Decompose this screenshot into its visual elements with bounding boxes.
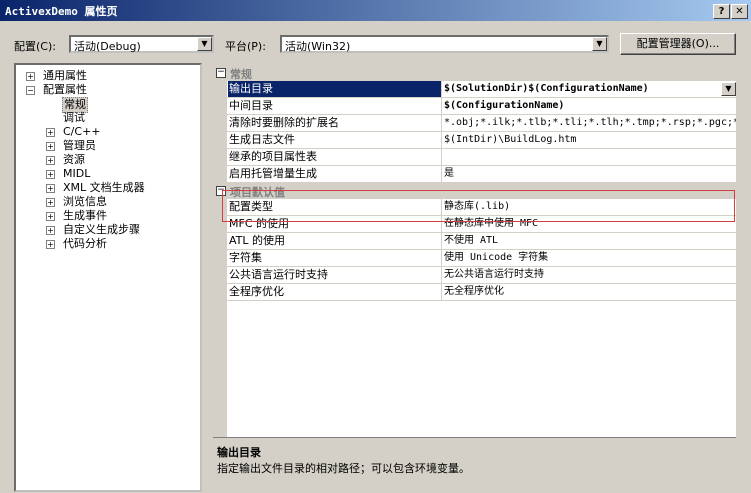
expand-icon[interactable]: + <box>46 226 55 235</box>
expand-icon[interactable]: + <box>46 184 55 193</box>
window-title: ActivexDemo 属性页 <box>5 5 118 18</box>
expand-icon[interactable]: + <box>46 142 55 151</box>
row-gutter <box>213 233 227 250</box>
category-label: 常规 <box>230 68 252 81</box>
property-row[interactable]: 清除时要删除的扩展名 *.obj;*.ilk;*.tlb;*.tli;*.tlh;… <box>213 115 736 132</box>
property-value[interactable]: 是 <box>444 166 736 182</box>
expand-icon[interactable]: + <box>46 198 55 207</box>
property-name: ATL 的使用 <box>228 233 442 249</box>
row-gutter <box>213 98 227 115</box>
chevron-down-icon[interactable]: ▼ <box>592 37 607 51</box>
config-select-value: 活动(Debug) <box>74 40 141 53</box>
description-text: 指定输出文件目录的相对路径；可以包含环境变量。 <box>217 462 470 475</box>
config-select[interactable]: 活动(Debug) ▼ <box>69 35 214 53</box>
tree-item-label: 通用属性 <box>43 69 87 82</box>
help-button[interactable]: ? <box>713 4 730 19</box>
platform-label: 平台(P): <box>225 40 266 53</box>
expand-icon[interactable]: + <box>46 156 55 165</box>
property-name: 中间目录 <box>228 98 442 114</box>
tree-item-label: 浏览信息 <box>63 195 107 208</box>
property-name: 全程序优化 <box>228 284 442 300</box>
property-row[interactable]: 启用托管增量生成是 <box>213 166 736 183</box>
grid-gutter <box>213 301 227 437</box>
description-title: 输出目录 <box>217 446 261 459</box>
property-row[interactable]: 全程序优化 无全程序优化 <box>213 284 736 301</box>
property-name: 继承的项目属性表 <box>228 149 442 165</box>
collapse-icon[interactable]: − <box>216 68 226 78</box>
tree-item-label: 配置属性 <box>43 83 87 96</box>
close-button[interactable]: ✕ <box>731 4 748 19</box>
property-value[interactable]: 无公共语言运行时支持 <box>444 267 736 283</box>
tree-item-label: C/C++ <box>63 125 101 138</box>
config-label: 配置(C): <box>14 40 56 53</box>
tree-item-label: MIDL <box>63 167 91 180</box>
tree-item-label: 资源 <box>63 153 85 166</box>
platform-select[interactable]: 活动(Win32) ▼ <box>280 35 609 53</box>
property-value[interactable]: 不使用 ATL <box>444 233 736 249</box>
tree-item-label: 调试 <box>63 111 85 124</box>
property-name: 公共语言运行时支持 <box>228 267 442 283</box>
property-name: 启用托管增量生成 <box>228 166 442 182</box>
collapse-icon[interactable]: − <box>26 86 35 95</box>
property-value[interactable]: *.obj;*.ilk;*.tlb;*.tli;*.tlh;*.tmp;*.rs… <box>444 115 736 131</box>
expand-icon[interactable]: + <box>46 128 55 137</box>
expand-icon[interactable]: + <box>46 212 55 221</box>
property-value[interactable]: $(ConfigurationName) <box>444 98 736 114</box>
row-gutter <box>213 284 227 301</box>
category-general[interactable]: − 常规 <box>213 65 736 81</box>
row-gutter <box>213 250 227 267</box>
row-gutter <box>213 267 227 284</box>
property-name: 输出目录 <box>228 81 442 97</box>
row-gutter <box>213 166 227 183</box>
property-value[interactable]: $(SolutionDir)$(ConfigurationName) <box>444 81 736 97</box>
highlight-box <box>222 190 735 222</box>
chevron-down-icon[interactable]: ▼ <box>197 37 212 51</box>
row-gutter <box>213 115 227 132</box>
tree-item-label: 代码分析 <box>63 237 107 250</box>
property-name: 生成日志文件 <box>228 132 442 148</box>
vertical-scrollbar[interactable] <box>736 65 751 492</box>
tree-item-label: XML 文档生成器 <box>63 181 145 194</box>
property-row[interactable]: 公共语言运行时支持 无公共语言运行时支持 <box>213 267 736 284</box>
platform-select-value: 活动(Win32) <box>285 40 351 53</box>
expand-icon[interactable]: + <box>46 170 55 179</box>
row-gutter <box>213 132 227 149</box>
property-row[interactable]: 生成日志文件 $(IntDir)\BuildLog.htm <box>213 132 736 149</box>
property-value[interactable]: $(IntDir)\BuildLog.htm <box>444 132 736 148</box>
property-name: 字符集 <box>228 250 442 266</box>
tree-item-label: 自定义生成步骤 <box>63 223 140 236</box>
property-row[interactable]: 输出目录 $(SolutionDir)$(ConfigurationName) ▼ <box>213 81 736 98</box>
expand-icon[interactable]: + <box>26 72 35 81</box>
property-row[interactable]: ATL 的使用 不使用 ATL <box>213 233 736 250</box>
config-manager-button[interactable]: 配置管理器(O)... <box>620 33 736 55</box>
row-gutter <box>213 81 227 98</box>
property-row[interactable]: 中间目录 $(ConfigurationName) <box>213 98 736 115</box>
property-grid: − 常规 输出目录 $(SolutionDir)$(ConfigurationNa… <box>213 65 736 437</box>
expand-icon[interactable]: + <box>46 240 55 249</box>
row-gutter <box>213 149 227 166</box>
category-tree: + 通用属性 − 配置属性 常规 调试 + C/C++ + 管理员 + 资源 + MIDL + XML 文档生… <box>14 63 202 492</box>
property-name: 清除时要删除的扩展名 <box>228 115 442 131</box>
property-value[interactable]: 无全程序优化 <box>444 284 736 300</box>
description-panel: 输出目录 指定输出文件目录的相对路径；可以包含环境变量。 <box>213 437 736 493</box>
tree-item-label: 管理员 <box>63 139 96 152</box>
property-value[interactable]: 使用 Unicode 字符集 <box>444 250 736 266</box>
tree-item-label: 生成事件 <box>63 209 107 222</box>
property-row[interactable]: 字符集 使用 Unicode 字符集 <box>213 250 736 267</box>
property-value[interactable] <box>444 149 736 165</box>
chevron-down-icon[interactable]: ▼ <box>721 82 736 96</box>
property-row[interactable]: 继承的项目属性表 <box>213 149 736 166</box>
